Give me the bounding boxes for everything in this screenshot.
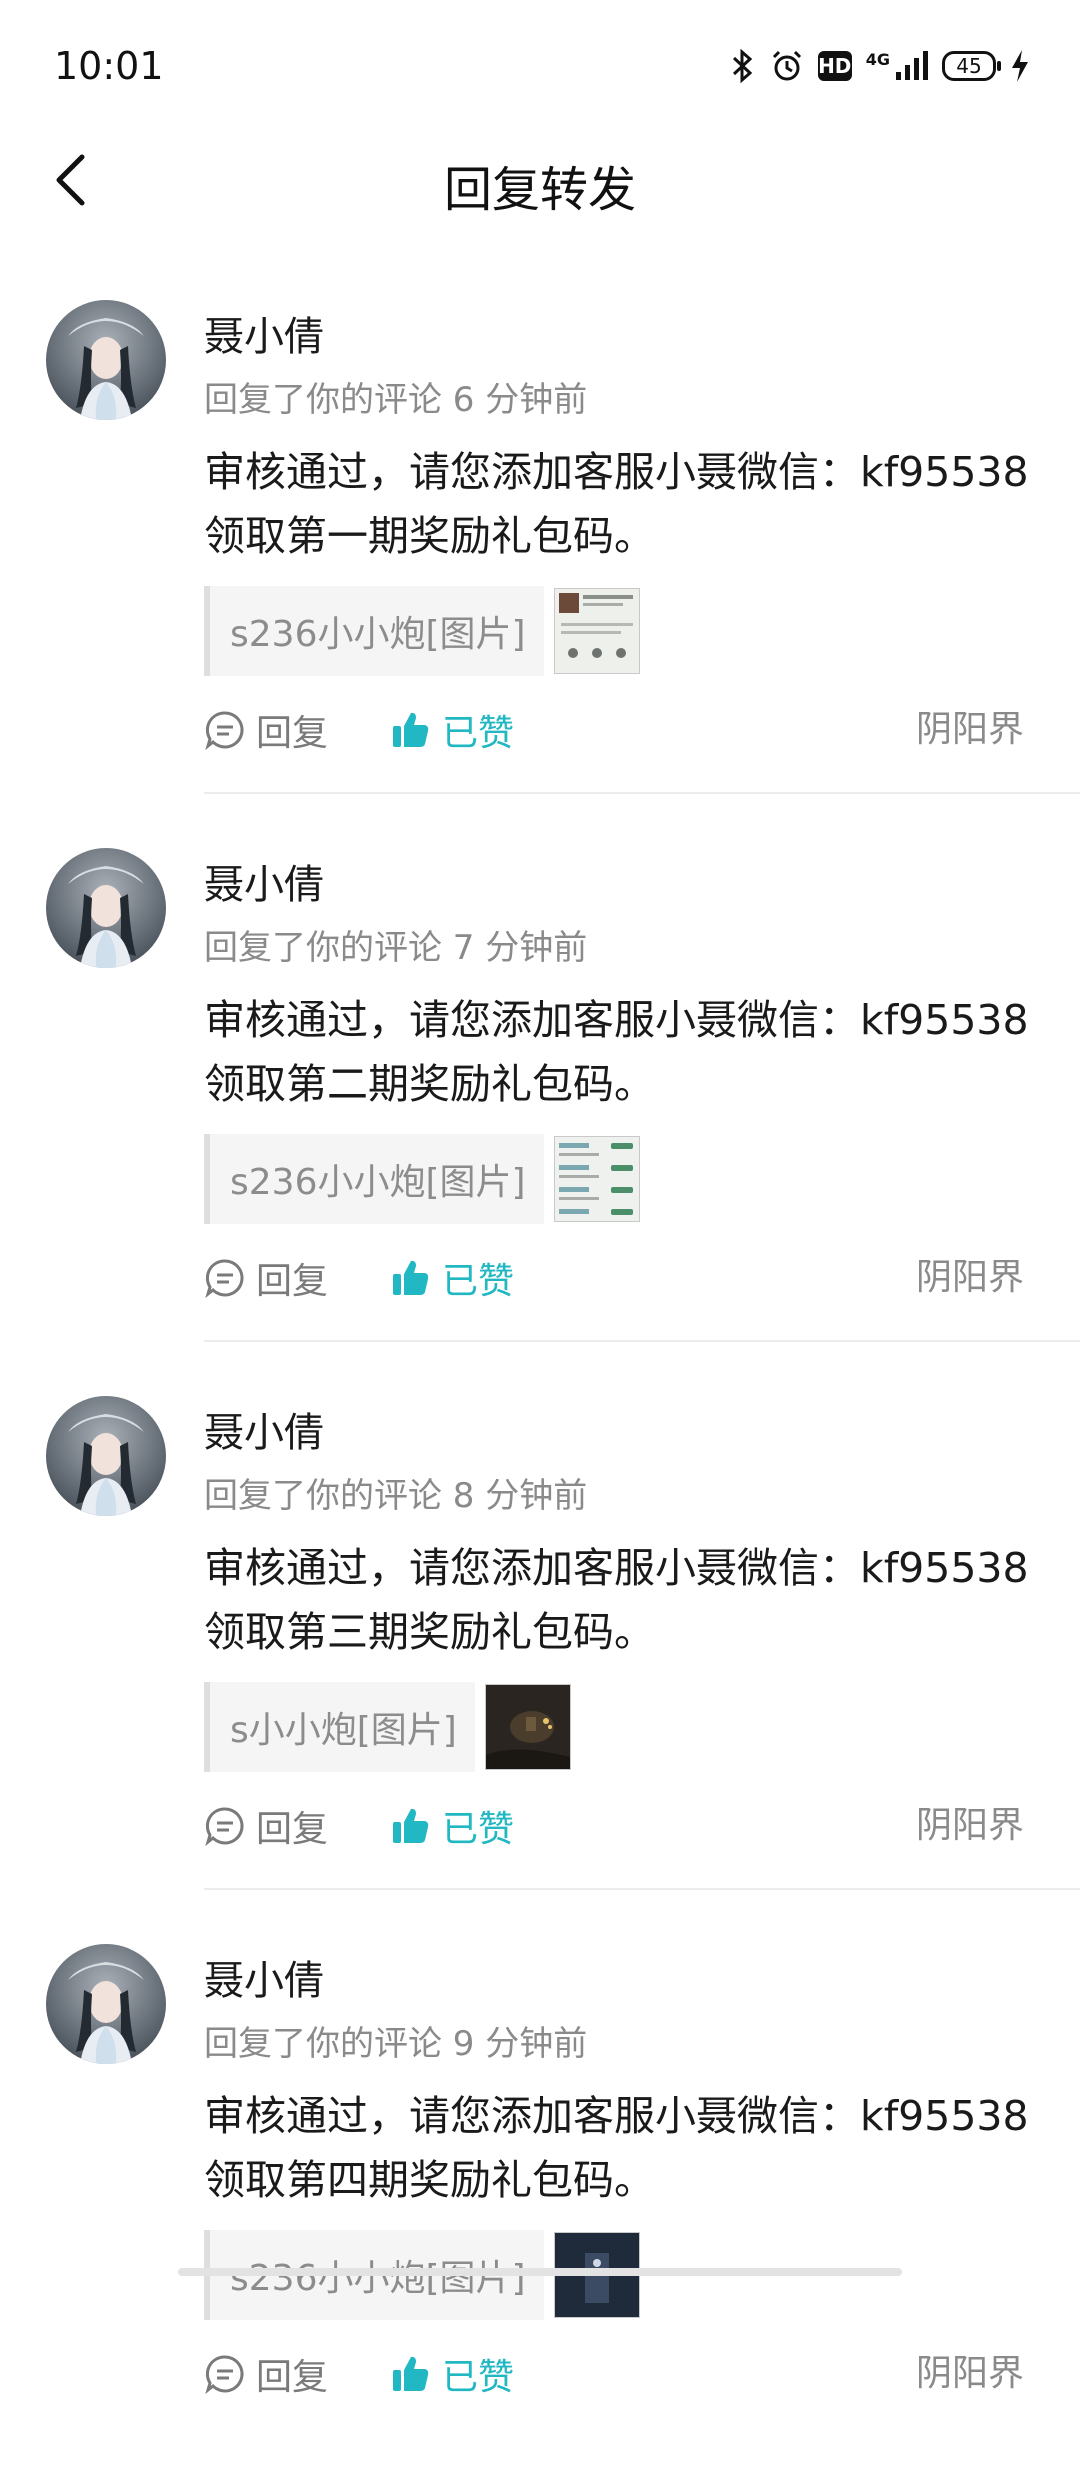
status-bar: 10:01 HD 4G 45: [0, 0, 1080, 130]
like-button[interactable]: 已赞: [390, 2344, 514, 2404]
battery-icon: 45: [942, 51, 1001, 81]
reply-meta: 回复了你的评论 7 分钟前: [204, 928, 588, 968]
reply-text[interactable]: 审核通过，请您添加客服小聂微信：kf95538领取第四期奖励礼包码。: [204, 2084, 1044, 2212]
quote-text: s236小小炮[图片]: [230, 614, 526, 655]
list-item: 聂小倩 回复了你的评论 8 分钟前 审核通过，请您添加客服小聂微信：kf9553…: [0, 1386, 1080, 1934]
quoted-comment[interactable]: s小小炮[图片]: [204, 1682, 571, 1772]
game-tag[interactable]: 阴阳界: [916, 1796, 1024, 1856]
quote-box: s236小小炮[图片]: [204, 586, 544, 676]
alarm-icon: [770, 49, 804, 83]
reply-meta: 回复了你的评论 8 分钟前: [204, 1476, 588, 1516]
comment-icon: [205, 711, 244, 751]
thumbs-up-icon: [393, 1260, 429, 1295]
hd-icon: HD: [817, 51, 852, 81]
user-name[interactable]: 聂小倩: [204, 852, 324, 910]
comment-icon: [205, 2355, 244, 2395]
status-time: 10:01: [54, 44, 164, 88]
reply-meta: 回复了你的评论 9 分钟前: [204, 2024, 588, 2064]
avatar[interactable]: [46, 1944, 166, 2064]
quote-image-thumbnail[interactable]: [553, 588, 640, 674]
quote-image-thumbnail[interactable]: [553, 1136, 640, 1222]
like-label: 已赞: [442, 2357, 515, 2398]
divider: [204, 1340, 1080, 1342]
bluetooth-icon: [730, 49, 756, 83]
avatar[interactable]: [46, 848, 166, 968]
nav-bar: 回复转发: [0, 130, 1080, 230]
quote-box: s小小炮[图片]: [204, 1682, 475, 1772]
user-name[interactable]: 聂小倩: [204, 304, 324, 362]
user-name[interactable]: 聂小倩: [204, 1948, 324, 2006]
game-tag[interactable]: 阴阳界: [916, 700, 1024, 760]
home-indicator[interactable]: [178, 2268, 902, 2276]
list-item: 聂小倩 回复了你的评论 9 分钟前 审核通过，请您添加客服小聂微信：kf9553…: [0, 1934, 1080, 2482]
status-icons: HD 4G 45: [730, 44, 1030, 88]
like-button[interactable]: 已赞: [390, 1796, 514, 1856]
quoted-comment[interactable]: s236小小炮[图片]: [204, 586, 640, 676]
reply-label: 回复: [256, 1809, 329, 1850]
thumbs-up-icon: [393, 712, 429, 747]
actions-row: 回复 已赞 阴阳界: [204, 1248, 1024, 1308]
thumbs-up-icon: [393, 2356, 429, 2391]
thumbs-up-icon: [393, 1808, 429, 1843]
list-item: 聂小倩 回复了你的评论 6 分钟前 审核通过，请您添加客服小聂微信：kf9553…: [0, 290, 1080, 838]
avatar[interactable]: [46, 1396, 166, 1516]
like-label: 已赞: [442, 1261, 515, 1302]
quote-box: s236小小炮[图片]: [204, 1134, 544, 1224]
comment-icon: [205, 1807, 244, 1847]
list-item: 聂小倩 回复了你的评论 7 分钟前 审核通过，请您添加客服小聂微信：kf9553…: [0, 838, 1080, 1386]
reply-button[interactable]: 回复: [204, 700, 328, 760]
game-tag[interactable]: 阴阳界: [916, 1248, 1024, 1308]
reply-label: 回复: [256, 1261, 329, 1302]
actions-row: 回复 已赞 阴阳界: [204, 1796, 1024, 1856]
reply-text[interactable]: 审核通过，请您添加客服小聂微信：kf95538领取第二期奖励礼包码。: [204, 988, 1044, 1116]
page-title: 回复转发: [443, 162, 636, 218]
reply-button[interactable]: 回复: [204, 1796, 328, 1856]
reply-button[interactable]: 回复: [204, 1248, 328, 1308]
reply-meta: 回复了你的评论 6 分钟前: [204, 380, 588, 420]
user-name[interactable]: 聂小倩: [204, 1400, 324, 1458]
quote-image-thumbnail[interactable]: [484, 1684, 571, 1770]
reply-button[interactable]: 回复: [204, 2344, 328, 2404]
actions-row: 回复 已赞 阴阳界: [204, 700, 1024, 760]
like-button[interactable]: 已赞: [390, 1248, 514, 1308]
charging-icon: [1010, 49, 1030, 83]
reply-text[interactable]: 审核通过，请您添加客服小聂微信：kf95538领取第三期奖励礼包码。: [204, 1536, 1044, 1664]
reply-label: 回复: [256, 2357, 329, 2398]
like-button[interactable]: 已赞: [390, 700, 514, 760]
divider: [204, 1888, 1080, 1890]
quote-text: s小小炮[图片]: [230, 1710, 457, 1751]
like-label: 已赞: [442, 713, 515, 754]
comment-icon: [205, 1259, 244, 1299]
avatar[interactable]: [46, 300, 166, 420]
4g-signal-icon: 4G: [866, 50, 928, 82]
like-label: 已赞: [442, 1809, 515, 1850]
game-tag[interactable]: 阴阳界: [916, 2344, 1024, 2404]
quote-text: s236小小炮[图片]: [230, 1162, 526, 1203]
reply-label: 回复: [256, 713, 329, 754]
divider: [204, 792, 1080, 794]
reply-text[interactable]: 审核通过，请您添加客服小聂微信：kf95538领取第一期奖励礼包码。: [204, 440, 1044, 568]
network-type-label: 4G: [865, 50, 890, 69]
quoted-comment[interactable]: s236小小炮[图片]: [204, 1134, 640, 1224]
reply-list: 聂小倩 回复了你的评论 6 分钟前 审核通过，请您添加客服小聂微信：kf9553…: [0, 290, 1080, 2482]
actions-row: 回复 已赞 阴阳界: [204, 2344, 1024, 2404]
